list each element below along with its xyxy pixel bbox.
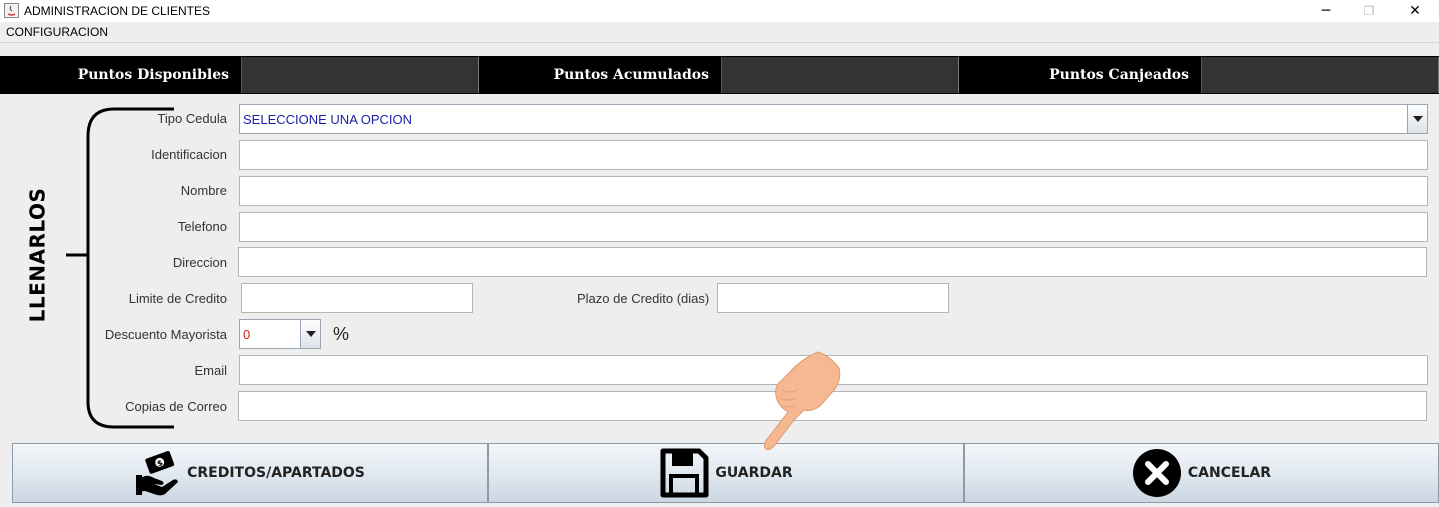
menu-bar [0,22,1439,43]
identificacion-field[interactable] [239,140,1428,170]
java-app-icon [4,3,19,18]
floppy-disk-icon [659,448,709,498]
limite-credito-field[interactable] [241,283,473,313]
points-acumulados-value [721,57,959,93]
points-disponibles-value [241,57,479,93]
title-bar [0,0,1439,22]
descuento-mayorista-select[interactable]: 0 [239,319,321,349]
plazo-credito-field[interactable] [717,283,949,313]
tipo-cedula-value: SELECCIONE UNA OPCION [243,111,413,127]
creditos-apartados-label: CREDITOS/APARTADOS [187,465,365,481]
points-acumulados-label: Puntos Acumulados [553,67,709,83]
direccion-label: Direccion [172,255,227,270]
cancelar-button[interactable]: CANCELAR [964,443,1439,503]
guardar-label: GUARDAR [715,465,793,481]
restore-button[interactable]: ❐ [1346,0,1392,22]
points-disponibles-label: Puntos Disponibles [77,67,229,83]
tipo-cedula-label: Tipo Cedula [157,111,227,126]
telefono-field[interactable] [239,212,1428,242]
limite-credito-label: Limite de Credito [128,291,227,306]
email-label: Email [194,363,227,378]
copias-correo-label: Copias de Correo [125,399,227,414]
direccion-field[interactable] [238,247,1427,277]
percent-sign: % [333,324,350,344]
llenarlos-text: LLENARLOS [25,187,49,323]
telefono-label: Telefono [177,219,227,234]
points-canjeados-value [1201,57,1439,93]
cancelar-label: CANCELAR [1187,465,1272,481]
descuento-mayorista-value: 0 [243,326,251,342]
identificacion-label: Identificacion [151,147,227,162]
chevron-down-icon[interactable] [300,320,320,348]
hand-money-icon: $ [135,449,181,497]
close-circle-icon [1132,448,1182,498]
close-window-button[interactable]: ✕ [1392,0,1438,22]
plazo-credito-label: Plazo de Credito (dias) [577,291,710,306]
minimize-button[interactable]: ─ [1303,0,1349,22]
llenarlos-side-label: LLENARLOS [17,185,57,325]
window-title: ADMINISTRACION DE CLIENTES [24,4,211,18]
nombre-label: Nombre [180,183,227,198]
points-canjeados-label: Puntos Canjeados [1049,67,1189,83]
chevron-down-icon[interactable] [1407,105,1427,133]
copias-correo-field[interactable] [238,391,1427,421]
menu-configuracion[interactable]: CONFIGURACION [6,25,108,39]
descuento-mayorista-label: Descuento Mayorista [104,327,227,342]
guardar-button[interactable]: GUARDAR [488,443,964,503]
email-field[interactable] [239,355,1428,385]
tipo-cedula-select[interactable]: SELECCIONE UNA OPCION [239,104,1428,134]
nombre-field[interactable] [239,176,1428,206]
creditos-apartados-button[interactable]: $ CREDITOS/APARTADOS [12,443,488,503]
